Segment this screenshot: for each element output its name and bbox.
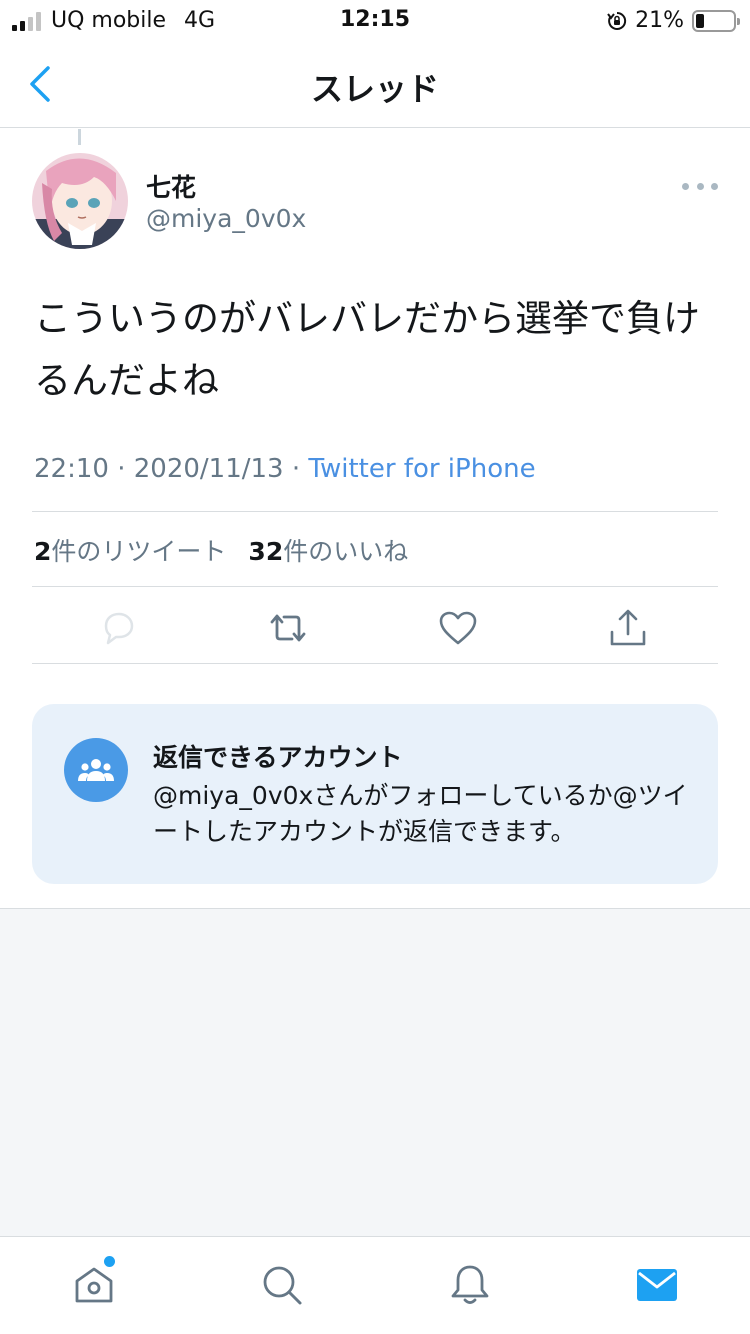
like-count: 32 [248, 537, 284, 566]
retweet-stat[interactable]: 2件のリツイート [34, 532, 226, 568]
tweet-text: こういうのがバレバレだから選挙で負けるんだよね [34, 297, 700, 402]
tab-messages[interactable] [633, 1261, 681, 1309]
retweet-label: 件のリツイート [51, 537, 227, 566]
more-options-button[interactable] [682, 172, 718, 200]
tweet-actions [32, 588, 718, 663]
more-dot-icon [696, 182, 704, 190]
tweet-metadata: 22:10 · 2020/11/13 · Twitter for iPhone [34, 454, 536, 484]
user-handle[interactable]: @miya_0v0x [146, 204, 306, 233]
navigation-bar: スレッド [0, 40, 750, 128]
people-group-glyph [78, 759, 114, 781]
more-dot-icon [682, 182, 689, 190]
retweet-count: 2 [34, 537, 52, 566]
envelope-icon [637, 1269, 677, 1301]
reply-restriction-notice: 返信できるアカウント @miya_0v0xさんがフォローしているか@ツイートした… [32, 704, 718, 884]
divider [32, 586, 718, 587]
tab-home[interactable] [70, 1261, 118, 1309]
meta-separator: · [117, 454, 126, 484]
retweet-button[interactable] [266, 606, 310, 650]
reply-notice-description: @miya_0v0xさんがフォローしているか@ツイートしたアカウントが返信できま… [153, 781, 688, 846]
people-group-icon [64, 738, 128, 802]
reply-button[interactable] [96, 606, 140, 650]
like-stat[interactable]: 32件のいいね [248, 532, 408, 568]
avatar[interactable] [32, 153, 128, 249]
tweet-stats: 2件のリツイート 32件のいいね [34, 532, 408, 568]
empty-replies-area [0, 908, 750, 1236]
status-bar: UQ mobile 4G 12:15 21% [0, 0, 750, 40]
tab-bar [0, 1236, 750, 1334]
bell-icon [451, 1265, 489, 1304]
battery-icon [692, 9, 740, 32]
divider [32, 663, 718, 664]
like-button[interactable] [436, 606, 480, 650]
tab-search[interactable] [258, 1261, 306, 1309]
meta-separator: · [291, 454, 301, 484]
thread-connector-line [78, 129, 81, 145]
orientation-lock-icon [607, 11, 627, 30]
search-icon [263, 1266, 302, 1305]
like-label: 件のいいね [283, 537, 409, 566]
battery-percent: 21% [635, 8, 684, 33]
home-notification-dot [104, 1256, 115, 1267]
avatar-image [32, 153, 128, 249]
share-button[interactable] [606, 606, 650, 650]
tab-notifications[interactable] [446, 1261, 494, 1309]
tweet-date: 2020/11/13 [133, 454, 284, 484]
reply-notice-title: 返信できるアカウント [153, 743, 403, 772]
reply-bubble-icon [104, 612, 134, 645]
divider [32, 511, 718, 512]
home-icon [75, 1267, 113, 1303]
tweet-source-link[interactable]: Twitter for iPhone [308, 454, 535, 484]
battery-level [696, 13, 704, 28]
heart-icon [439, 611, 477, 645]
retweet-icon [270, 614, 306, 642]
page-title: スレッド [310, 70, 439, 108]
more-dot-icon [711, 182, 718, 190]
share-icon [610, 609, 646, 646]
display-name[interactable]: 七花 [146, 168, 196, 204]
status-right: 21% [607, 8, 740, 33]
tweet-time: 22:10 [34, 454, 109, 484]
